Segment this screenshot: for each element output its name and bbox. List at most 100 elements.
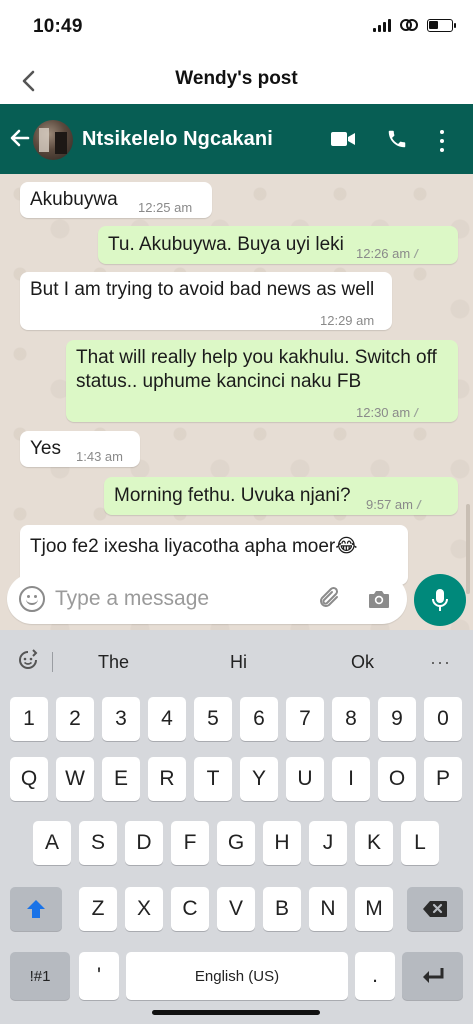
key-m[interactable]: M — [355, 887, 393, 931]
key-0[interactable]: 0 — [424, 697, 462, 741]
key-x[interactable]: X — [125, 887, 163, 931]
key-d[interactable]: D — [125, 821, 163, 865]
attach-clip-icon[interactable] — [318, 586, 344, 612]
mic-icon — [432, 589, 448, 611]
clipboard-tool-icon[interactable] — [16, 648, 40, 672]
read-ticks-icon: // — [414, 247, 417, 261]
message-text: That will really help you kakhulu. Switc… — [76, 347, 437, 392]
key-8[interactable]: 8 — [332, 697, 370, 741]
message-outgoing[interactable]: That will really help you kakhulu. Switc… — [66, 340, 458, 422]
key-9[interactable]: 9 — [378, 697, 416, 741]
suggestion-bar: The Hi Ok ··· — [0, 630, 473, 686]
key-i[interactable]: I — [332, 757, 370, 801]
message-text: Morning fethu. Uvuka njani? — [114, 485, 351, 506]
status-bar: 10:49 — [0, 0, 473, 58]
key-3[interactable]: 3 — [102, 697, 140, 741]
message-incoming[interactable]: Yes 1:43 am — [20, 431, 140, 467]
enter-icon — [422, 968, 443, 983]
message-time: 12:29 am — [320, 313, 375, 328]
period-key[interactable]: . — [355, 952, 395, 1000]
key-6[interactable]: 6 — [240, 697, 278, 741]
suggestion-word[interactable]: Hi — [230, 652, 247, 673]
key-w[interactable]: W — [56, 757, 94, 801]
post-header: Wendy's post — [0, 58, 473, 104]
suggestion-word[interactable]: Ok — [351, 652, 374, 673]
menu-dots-icon[interactable] — [438, 130, 446, 152]
shift-icon — [27, 900, 45, 918]
key-p[interactable]: P — [424, 757, 462, 801]
key-e[interactable]: E — [102, 757, 140, 801]
composer-row: Type a message — [0, 566, 473, 630]
emoji-icon[interactable] — [19, 586, 45, 612]
key-f[interactable]: F — [171, 821, 209, 865]
backspace-icon — [423, 901, 447, 917]
message-text: Akubuywa — [30, 189, 118, 210]
message-outgoing[interactable]: Morning fethu. Uvuka njani? 9:57 am// — [104, 477, 458, 515]
key-t[interactable]: T — [194, 757, 232, 801]
back-arrow-icon[interactable] — [8, 126, 32, 150]
key-a[interactable]: A — [33, 821, 71, 865]
key-1[interactable]: 1 — [10, 697, 48, 741]
backspace-key[interactable] — [407, 887, 463, 931]
key-g[interactable]: G — [217, 821, 255, 865]
key-h[interactable]: H — [263, 821, 301, 865]
message-time: 12:25 am — [138, 200, 193, 215]
key-r[interactable]: R — [148, 757, 186, 801]
contact-name[interactable]: Ntsikelelo Ngcakani — [82, 128, 273, 151]
home-indicator[interactable] — [152, 1010, 320, 1015]
status-icons — [373, 18, 456, 32]
key-z[interactable]: Z — [79, 887, 117, 931]
message-time-text: 9:57 am — [366, 497, 413, 512]
chat-header: Ntsikelelo Ngcakani — [0, 104, 473, 174]
key-5[interactable]: 5 — [194, 697, 232, 741]
shared-screenshot: Ntsikelelo Ngcakani Akubuywa 12:25 am Tu… — [0, 104, 473, 1024]
message-time-text: 12:30 am — [356, 405, 411, 420]
phone-icon[interactable] — [386, 128, 408, 150]
apostrophe-key[interactable]: ' — [79, 952, 119, 1000]
post-title: Wendy's post — [175, 68, 298, 89]
camera-icon[interactable] — [367, 588, 391, 610]
key-4[interactable]: 4 — [148, 697, 186, 741]
key-2[interactable]: 2 — [56, 697, 94, 741]
link-icon — [400, 19, 418, 31]
key-y[interactable]: Y — [240, 757, 278, 801]
space-key[interactable]: English (US) — [126, 952, 348, 1000]
chat-area[interactable]: Akubuywa 12:25 am Tu. Akubuywa. Buya uyi… — [0, 174, 473, 630]
key-u[interactable]: U — [286, 757, 324, 801]
key-v[interactable]: V — [217, 887, 255, 931]
enter-key[interactable] — [402, 952, 463, 1000]
message-time: 12:30 am// — [356, 401, 417, 425]
message-text: Tu. Akubuywa. Buya uyi leki — [108, 234, 344, 255]
message-outgoing[interactable]: Tu. Akubuywa. Buya uyi leki 12:26 am// — [98, 226, 458, 264]
signal-icon — [373, 18, 391, 32]
read-ticks-icon: // — [414, 406, 417, 420]
key-s[interactable]: S — [79, 821, 117, 865]
key-o[interactable]: O — [378, 757, 416, 801]
key-n[interactable]: N — [309, 887, 347, 931]
key-q[interactable]: Q — [10, 757, 48, 801]
message-input[interactable]: Type a message — [7, 574, 407, 624]
key-j[interactable]: J — [309, 821, 347, 865]
mic-button[interactable] — [414, 574, 466, 626]
message-placeholder: Type a message — [55, 587, 210, 610]
key-c[interactable]: C — [171, 887, 209, 931]
key-k[interactable]: K — [355, 821, 393, 865]
key-b[interactable]: B — [263, 887, 301, 931]
symbols-key[interactable]: !#1 — [10, 952, 70, 1000]
message-text: Yes — [30, 438, 61, 459]
key-l[interactable]: L — [401, 821, 439, 865]
suggestion-word[interactable]: The — [98, 652, 129, 673]
shift-key[interactable] — [10, 887, 62, 931]
read-ticks-icon: // — [416, 498, 420, 512]
message-time: 1:43 am — [76, 449, 123, 464]
message-time: 12:26 am// — [356, 242, 417, 266]
key-7[interactable]: 7 — [286, 697, 324, 741]
message-text: Tjoo fe2 ixesha liyacotha apha moer😂 — [30, 536, 358, 557]
suggestion-more[interactable]: ··· — [430, 652, 451, 673]
video-call-icon[interactable] — [330, 130, 356, 148]
message-time: 9:57 am// — [366, 493, 420, 517]
message-incoming[interactable]: But I am trying to avoid bad news as wel… — [20, 272, 392, 330]
contact-avatar[interactable] — [33, 120, 73, 160]
message-incoming[interactable]: Akubuywa 12:25 am — [20, 182, 212, 218]
status-time: 10:49 — [33, 16, 83, 37]
